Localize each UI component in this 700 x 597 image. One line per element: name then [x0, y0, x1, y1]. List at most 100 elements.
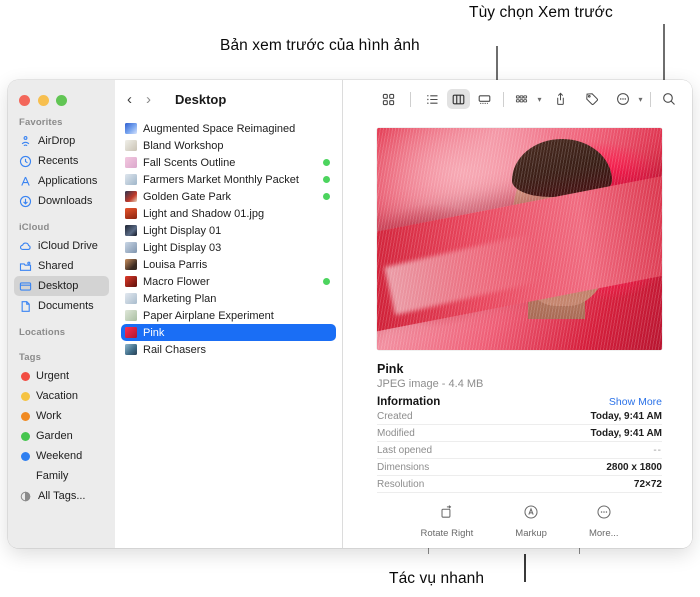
minimize-button[interactable] — [37, 95, 49, 106]
quick-action-rotate-right[interactable]: Rotate Right — [420, 504, 473, 539]
more-button[interactable] — [611, 89, 634, 109]
sidebar-item-label: Weekend — [36, 450, 83, 462]
file-list[interactable]: Augmented Space Reimagined Bland Workshop… — [115, 118, 342, 358]
file-row[interactable]: Farmers Market Monthly Packet — [121, 171, 336, 188]
quick-actions[interactable]: Rotate Right Markup More... — [377, 504, 662, 539]
file-list-column: ‹ › Desktop Augmented Space Reimagined Bl… — [115, 80, 343, 548]
sidebar-item-all-tags[interactable]: All Tags... — [14, 486, 109, 506]
sidebar-item-urgent[interactable]: Urgent — [14, 366, 109, 386]
file-row[interactable]: Macro Flower — [121, 273, 336, 290]
file-thumbnail-icon — [125, 327, 137, 338]
view-switcher[interactable] — [377, 89, 496, 109]
file-name-label: Paper Airplane Experiment — [143, 309, 274, 322]
back-button[interactable]: ‹ — [127, 92, 132, 107]
tag-dot — [19, 451, 30, 461]
file-row[interactable]: Golden Gate Park — [121, 188, 336, 205]
icon-view-button[interactable] — [377, 89, 400, 109]
sidebar-item-label: Garden — [36, 430, 73, 442]
file-row[interactable]: Light and Shadow 01.jpg — [121, 205, 336, 222]
quick-action-markup[interactable]: Markup — [515, 504, 547, 539]
file-row[interactable]: Louisa Parris — [121, 256, 336, 273]
group-by-button[interactable] — [510, 89, 533, 109]
gallery-view-button[interactable] — [473, 89, 496, 109]
tag-button[interactable] — [580, 89, 603, 109]
toolbar: ▾ ▾ — [343, 80, 692, 118]
sidebar-item-label: Desktop — [38, 280, 79, 292]
file-row[interactable]: Fall Scents Outline — [121, 154, 336, 171]
sidebar-item-label: Vacation — [36, 390, 78, 402]
file-row[interactable]: Rail Chasers — [121, 341, 336, 358]
sidebar-item-label: Downloads — [38, 195, 93, 207]
quick-action-label: More... — [588, 528, 619, 539]
pink-fabric-portrait-image[interactable] — [377, 128, 662, 350]
window-controls[interactable] — [8, 86, 115, 106]
file-kind: JPEG image - 4.4 MB — [377, 378, 484, 390]
zoom-button[interactable] — [56, 95, 67, 106]
sidebar-item-weekend[interactable]: Weekend — [14, 446, 109, 466]
file-row[interactable]: Pink — [121, 324, 336, 341]
column-view-button[interactable] — [446, 89, 470, 109]
sidebar: Favorites AirDrop Recents Applications Downl… — [8, 80, 115, 548]
show-more-link[interactable]: Show More — [609, 396, 662, 408]
file-row[interactable]: Light Display 01 — [121, 222, 336, 239]
tag-dot-green — [323, 193, 330, 200]
sidebar-item-family[interactable]: Family — [14, 466, 109, 486]
info-value: 72×72 — [633, 478, 662, 490]
info-key: Last opened — [377, 444, 433, 456]
chevron-down-icon[interactable]: ▾ — [537, 95, 541, 104]
info-value: Today, 9:41 AM — [590, 410, 663, 422]
sidebar-item-vacation[interactable]: Vacation — [14, 386, 109, 406]
annotation-image-preview: Bản xem trước của hình ảnh — [220, 37, 420, 54]
file-name-label: Farmers Market Monthly Packet — [143, 173, 299, 186]
sidebar-item-recents[interactable]: Recents — [14, 151, 109, 171]
quick-action-label: Rotate Right — [420, 528, 474, 539]
tag-dot-green — [323, 159, 330, 166]
page-title: Desktop — [175, 91, 227, 107]
sidebar-item-label: All Tags... — [38, 490, 86, 502]
quick-action-more[interactable]: More... — [589, 504, 619, 539]
file-name-label: Fall Scents Outline — [143, 156, 236, 169]
annotation-quick-actions: Tác vụ nhanh — [389, 570, 485, 587]
sidebar-item-icloud-drive[interactable]: iCloud Drive — [14, 236, 109, 256]
list-view-button[interactable] — [421, 89, 444, 109]
screenshot-root: Tùy chọn Xem trước Bản xem trước của hìn… — [0, 0, 700, 597]
info-value: Today, 9:41 AM — [590, 427, 663, 439]
close-button[interactable] — [19, 95, 30, 106]
share-button[interactable] — [549, 89, 572, 109]
download-icon — [19, 195, 32, 208]
file-name-label: Light Display 03 — [143, 241, 222, 254]
sidebar-item-airdrop[interactable]: AirDrop — [14, 131, 109, 151]
tag-dot-green — [323, 278, 330, 285]
file-row[interactable]: Light Display 03 — [121, 239, 336, 256]
shared-folder-icon — [19, 260, 32, 273]
info-value: 2800 x 1800 — [606, 461, 662, 473]
chevron-down-icon-more[interactable]: ▾ — [638, 95, 642, 104]
sidebar-item-label: iCloud Drive — [38, 240, 98, 252]
fabric-pleats — [377, 128, 662, 350]
file-row[interactable]: Paper Airplane Experiment — [121, 307, 336, 324]
file-row[interactable]: Marketing Plan — [121, 290, 336, 307]
info-row: Created Today, 9:41 AM — [377, 408, 662, 425]
sidebar-item-documents[interactable]: Documents — [14, 296, 109, 316]
sidebar-item-desktop[interactable]: Desktop — [14, 276, 109, 296]
toolbar-actions[interactable]: ▾ ▾ — [510, 89, 643, 109]
sidebar-item-shared[interactable]: Shared — [14, 256, 109, 276]
sidebar-item-label: AirDrop — [38, 135, 76, 147]
file-row[interactable]: Bland Workshop — [121, 137, 336, 154]
file-name-label: Louisa Parris — [143, 258, 208, 271]
forward-button[interactable]: › — [146, 92, 151, 107]
sidebar-item-work[interactable]: Work — [14, 406, 109, 426]
airdrop-icon — [19, 135, 32, 148]
file-thumbnail-icon — [125, 123, 137, 134]
sidebar-item-label: Documents — [38, 300, 94, 312]
file-row[interactable]: Augmented Space Reimagined — [121, 120, 336, 137]
sidebar-item-applications[interactable]: Applications — [14, 171, 109, 191]
preview-pane: ▾ ▾ Pink JPEG image - 4.4 MB Information… — [343, 80, 692, 548]
tag-dot-green — [323, 176, 330, 183]
tag-dot — [19, 411, 30, 421]
sidebar-item-downloads[interactable]: Downloads — [14, 191, 109, 211]
sidebar-heading-tags: Tags — [19, 352, 42, 363]
search-icon[interactable] — [657, 89, 680, 109]
sidebar-item-garden[interactable]: Garden — [14, 426, 109, 446]
info-key: Dimensions — [377, 461, 430, 473]
